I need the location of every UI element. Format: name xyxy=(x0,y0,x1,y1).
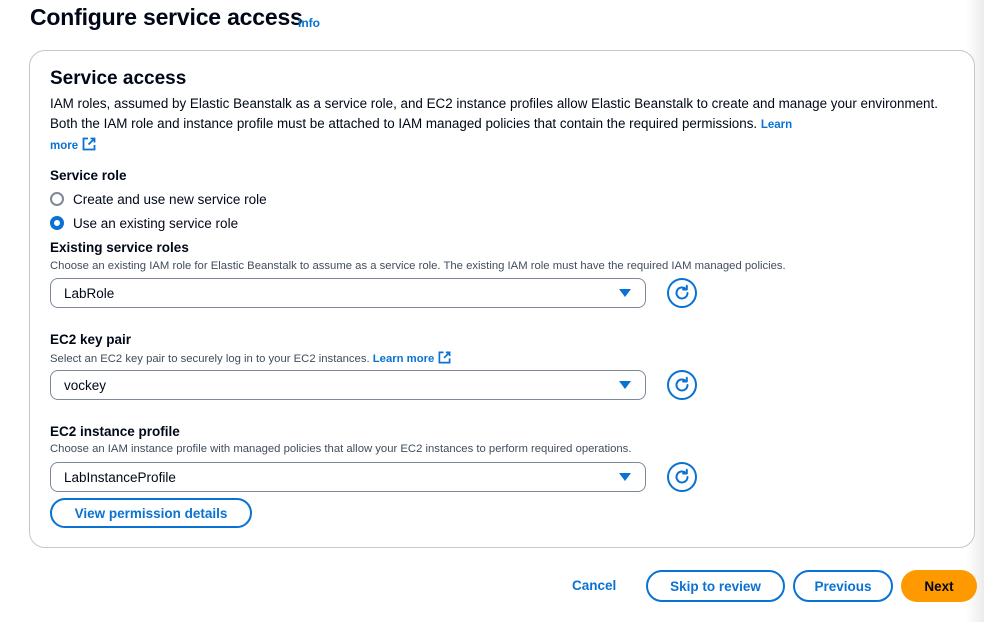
radio-use-existing-role[interactable]: Use an existing service role xyxy=(50,213,238,233)
refresh-instance-profiles-button[interactable] xyxy=(667,462,697,492)
radio-create-new-role[interactable]: Create and use new service role xyxy=(50,189,267,209)
previous-button[interactable]: Previous xyxy=(793,570,893,602)
refresh-icon xyxy=(675,284,689,300)
instance-profile-select[interactable]: LabInstanceProfile xyxy=(50,462,646,492)
cancel-button[interactable]: Cancel xyxy=(572,578,616,593)
refresh-roles-button[interactable] xyxy=(667,278,697,308)
existing-roles-description: Choose an existing IAM role for Elastic … xyxy=(50,260,786,272)
refresh-key-pairs-button[interactable] xyxy=(667,370,697,400)
external-link-icon xyxy=(82,137,96,151)
refresh-icon xyxy=(675,376,689,392)
key-pair-description: Select an EC2 key pair to securely log i… xyxy=(50,351,451,365)
skip-to-review-button[interactable]: Skip to review xyxy=(646,570,785,602)
radio-label: Use an existing service role xyxy=(73,215,239,231)
caret-down-icon xyxy=(619,381,631,389)
key-pair-select[interactable]: vockey xyxy=(50,370,646,400)
instance-profile-description: Choose an IAM instance profile with mana… xyxy=(50,443,632,455)
external-link-icon xyxy=(438,351,451,364)
radio-button-selected[interactable] xyxy=(50,216,64,230)
caret-down-icon xyxy=(619,289,631,297)
radio-label: Create and use new service role xyxy=(73,191,267,207)
instance-profile-label: EC2 instance profile xyxy=(50,424,180,439)
key-pair-learn-more-link[interactable]: Learn more xyxy=(373,351,452,365)
key-pair-label: EC2 key pair xyxy=(50,332,132,347)
instance-profile-value: LabInstanceProfile xyxy=(64,469,176,485)
refresh-icon xyxy=(675,468,689,484)
service-access-panel: Service access IAM roles, assumed by Ela… xyxy=(29,50,975,548)
key-pair-value: vockey xyxy=(64,377,107,393)
caret-down-icon xyxy=(619,473,631,481)
panel-title: Service access xyxy=(50,68,187,89)
view-permission-details-button[interactable]: View permission details xyxy=(50,498,252,528)
panel-description: IAM roles, assumed by Elastic Beanstalk … xyxy=(50,94,950,156)
existing-roles-label: Existing service roles xyxy=(50,240,189,255)
page-title: Configure service access xyxy=(30,4,303,30)
info-link[interactable]: Info xyxy=(298,16,320,30)
radio-button[interactable] xyxy=(50,192,64,206)
next-button[interactable]: Next xyxy=(901,570,977,602)
existing-roles-value: LabRole xyxy=(64,285,115,301)
panel-description-text: IAM roles, assumed by Elastic Beanstalk … xyxy=(50,96,938,131)
learn-more-link-cont[interactable]: more xyxy=(50,137,96,152)
existing-roles-select[interactable]: LabRole xyxy=(50,278,646,308)
service-role-label: Service role xyxy=(50,168,127,183)
learn-more-link[interactable]: Learn xyxy=(761,119,792,131)
